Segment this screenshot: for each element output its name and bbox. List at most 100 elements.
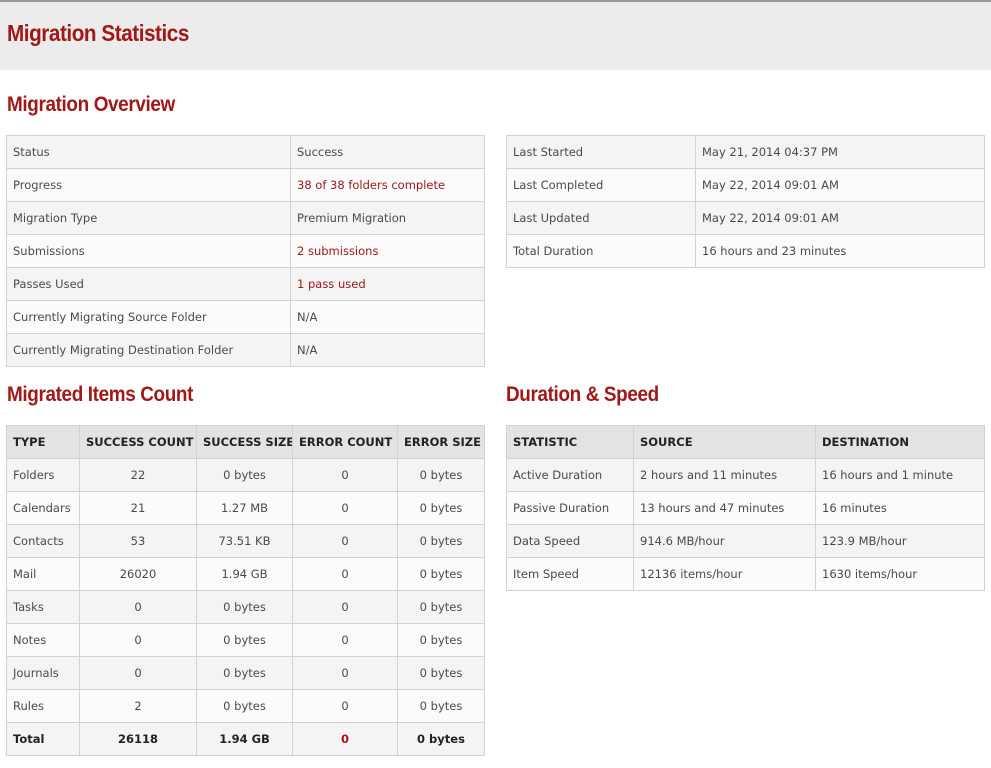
table-row: Last Updated May 22, 2014 09:01 AM — [506, 201, 985, 235]
cell-type: Folders — [6, 458, 80, 492]
column-header: SUCCESS COUNT — [79, 425, 197, 459]
table-row: Total Duration 16 hours and 23 minutes — [506, 234, 985, 268]
cell-success-count: 0 — [79, 656, 197, 690]
cell-source: 12136 items/hour — [633, 557, 816, 591]
table-row: Status Success — [6, 135, 485, 169]
cell-error-size: 0 bytes — [397, 656, 485, 690]
table-row: Tasks 0 0 bytes 0 0 bytes — [6, 590, 485, 624]
cell-source: 2 hours and 11 minutes — [633, 458, 816, 492]
cell-success-size: 1.94 GB — [196, 722, 293, 756]
row-label: Last Completed — [506, 168, 696, 202]
cell-error-size: 0 bytes — [397, 557, 485, 591]
cell-statistic: Passive Duration — [506, 491, 634, 525]
column-header: ERROR SIZE — [397, 425, 485, 459]
table-row: Last Started May 21, 2014 04:37 PM — [506, 135, 985, 169]
cell-error-size: 0 bytes — [397, 689, 485, 723]
cell-error-count: 0 — [292, 656, 398, 690]
cell-type: Journals — [6, 656, 80, 690]
page-header: Migration Statistics — [0, 0, 991, 70]
column-header: SUCCESS SIZE — [196, 425, 293, 459]
row-value: N/A — [290, 300, 485, 334]
overview-status-table: Status Success Progress 38 of 38 folders… — [6, 135, 485, 367]
row-value: May 22, 2014 09:01 AM — [695, 201, 985, 235]
cell-error-count: 0 — [292, 557, 398, 591]
cell-error-size: 0 bytes — [397, 491, 485, 525]
column-header: DESTINATION — [815, 425, 985, 459]
table-row: Rules 2 0 bytes 0 0 bytes — [6, 689, 485, 723]
cell-success-count: 21 — [79, 491, 197, 525]
row-label: Currently Migrating Destination Folder — [6, 333, 291, 367]
submissions-link[interactable]: 2 submissions — [290, 234, 485, 268]
passes-used-link[interactable]: 1 pass used — [290, 267, 485, 301]
cell-success-size: 1.94 GB — [196, 557, 293, 591]
cell-success-count: 22 — [79, 458, 197, 492]
table-row: Notes 0 0 bytes 0 0 bytes — [6, 623, 485, 657]
cell-statistic: Item Speed — [506, 557, 634, 591]
table-row: Active Duration 2 hours and 11 minutes 1… — [506, 458, 985, 492]
cell-error-count: 0 — [292, 689, 398, 723]
row-value: Premium Migration — [290, 201, 485, 235]
row-label: Total Duration — [506, 234, 696, 268]
table-header-row: TYPE SUCCESS COUNT SUCCESS SIZE ERROR CO… — [6, 425, 485, 459]
column-header: ERROR COUNT — [292, 425, 398, 459]
table-row: Journals 0 0 bytes 0 0 bytes — [6, 656, 485, 690]
cell-success-size: 0 bytes — [196, 590, 293, 624]
column-header: STATISTIC — [506, 425, 634, 459]
cell-success-size: 73.51 KB — [196, 524, 293, 558]
cell-success-size: 0 bytes — [196, 458, 293, 492]
row-value: N/A — [290, 333, 485, 367]
row-value: 16 hours and 23 minutes — [695, 234, 985, 268]
cell-error-size: 0 bytes — [397, 524, 485, 558]
table-row: Passive Duration 13 hours and 47 minutes… — [506, 491, 985, 525]
column-header: TYPE — [6, 425, 80, 459]
cell-type: Tasks — [6, 590, 80, 624]
total-row: Total 26118 1.94 GB 0 0 bytes — [6, 722, 485, 756]
cell-type: Calendars — [6, 491, 80, 525]
row-value: Success — [290, 135, 485, 169]
cell-error-count: 0 — [292, 491, 398, 525]
cell-error-size: 0 bytes — [397, 590, 485, 624]
cell-error-size: 0 bytes — [397, 722, 485, 756]
table-row: Migration Type Premium Migration — [6, 201, 485, 235]
cell-success-size: 0 bytes — [196, 656, 293, 690]
row-label: Status — [6, 135, 291, 169]
cell-success-count: 0 — [79, 590, 197, 624]
duration-speed-title: Duration & Speed — [506, 383, 659, 406]
cell-type: Rules — [6, 689, 80, 723]
row-label: Passes Used — [6, 267, 291, 301]
cell-success-count: 26020 — [79, 557, 197, 591]
table-row: Folders 22 0 bytes 0 0 bytes — [6, 458, 485, 492]
cell-statistic: Data Speed — [506, 524, 634, 558]
progress-link[interactable]: 38 of 38 folders complete — [290, 168, 485, 202]
page-title: Migration Statistics — [7, 20, 189, 46]
table-row: Contacts 53 73.51 KB 0 0 bytes — [6, 524, 485, 558]
items-count-title: Migrated Items Count — [7, 383, 194, 406]
cell-error-size: 0 bytes — [397, 623, 485, 657]
overview-timing-table: Last Started May 21, 2014 04:37 PM Last … — [506, 135, 985, 268]
duration-speed-table: STATISTIC SOURCE DESTINATION Active Dura… — [506, 425, 985, 591]
cell-success-count: 2 — [79, 689, 197, 723]
items-count-table: TYPE SUCCESS COUNT SUCCESS SIZE ERROR CO… — [6, 425, 485, 756]
cell-type: Total — [6, 722, 80, 756]
table-row: Passes Used 1 pass used — [6, 267, 485, 301]
cell-type: Mail — [6, 557, 80, 591]
cell-source: 13 hours and 47 minutes — [633, 491, 816, 525]
table-row: Currently Migrating Source Folder N/A — [6, 300, 485, 334]
cell-destination: 123.9 MB/hour — [815, 524, 985, 558]
table-row: Submissions 2 submissions — [6, 234, 485, 268]
row-label: Progress — [6, 168, 291, 202]
table-row: Progress 38 of 38 folders complete — [6, 168, 485, 202]
row-label: Last Started — [506, 135, 696, 169]
row-label: Submissions — [6, 234, 291, 268]
row-label: Migration Type — [6, 201, 291, 235]
row-label: Currently Migrating Source Folder — [6, 300, 291, 334]
cell-success-count: 53 — [79, 524, 197, 558]
cell-error-count: 0 — [292, 590, 398, 624]
cell-type: Contacts — [6, 524, 80, 558]
table-header-row: STATISTIC SOURCE DESTINATION — [506, 425, 985, 459]
row-label: Last Updated — [506, 201, 696, 235]
cell-destination: 1630 items/hour — [815, 557, 985, 591]
cell-error-size: 0 bytes — [397, 458, 485, 492]
cell-error-count: 0 — [292, 722, 398, 756]
cell-success-size: 0 bytes — [196, 689, 293, 723]
